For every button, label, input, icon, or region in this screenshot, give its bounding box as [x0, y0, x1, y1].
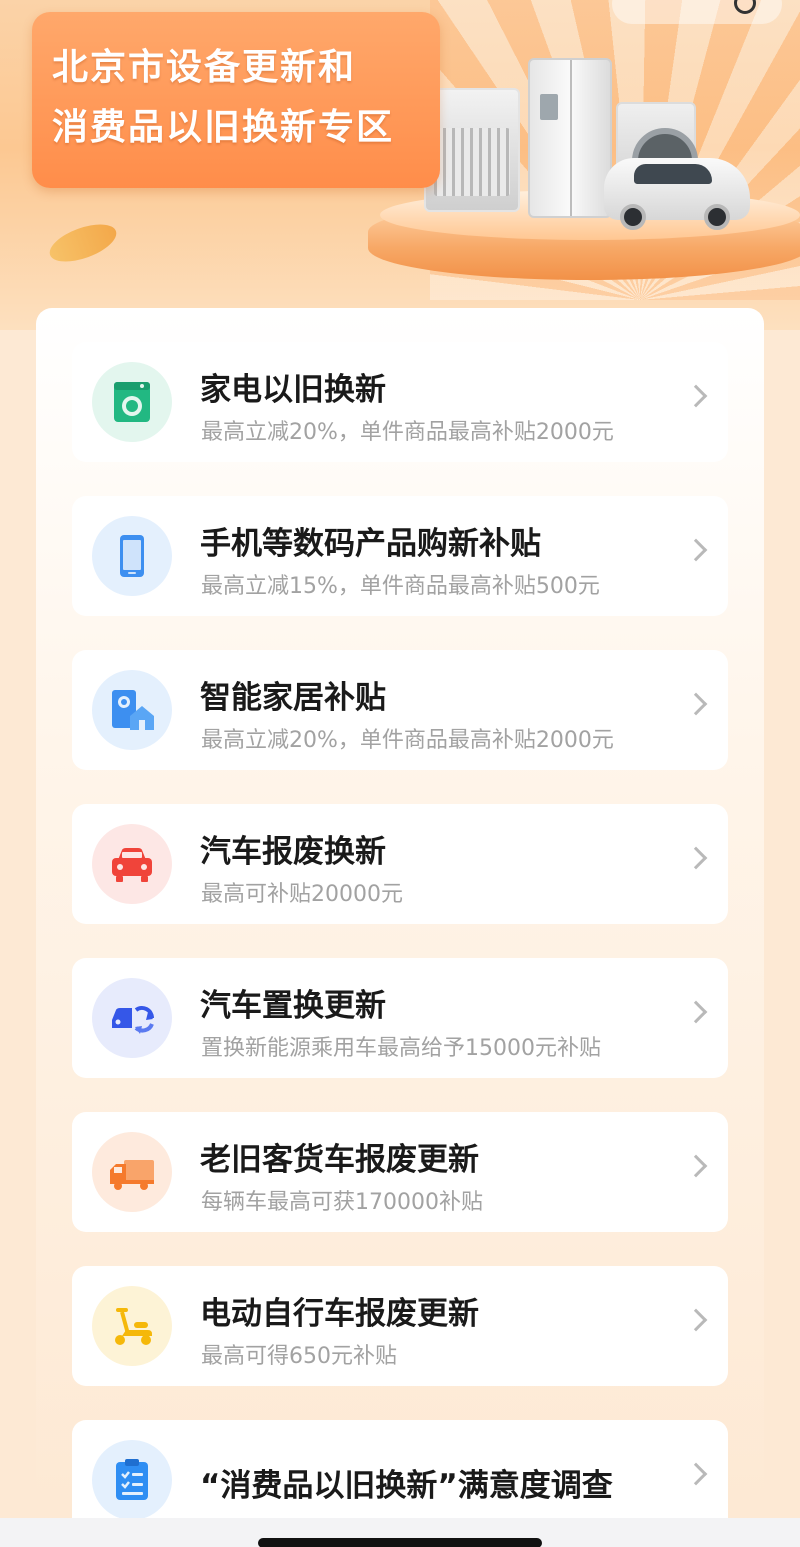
item-title: “消费品以旧换新”满意度调查: [200, 1468, 613, 1504]
item-title: 家电以旧换新: [200, 372, 386, 408]
close-icon[interactable]: [734, 0, 756, 14]
car-swap-icon: [92, 978, 172, 1058]
list-item-truck-scrap[interactable]: 老旧客货车报废更新 每辆车最高可获170000补贴: [72, 1112, 728, 1232]
item-title: 汽车置换更新: [200, 988, 386, 1024]
refrigerator-image: [528, 58, 612, 218]
banner-title-line-1: 北京市设备更新和: [52, 47, 357, 88]
home-indicator[interactable]: [258, 1538, 542, 1547]
item-subtitle: 最高立减15%，单件商品最高补贴500元: [201, 574, 600, 599]
car-wheel: [620, 204, 646, 230]
list-item-car-scrap[interactable]: 汽车报废换新 最高可补贴20000元: [72, 804, 728, 924]
item-subtitle: 置换新能源乘用车最高给予15000元补贴: [201, 1036, 601, 1061]
item-title: 老旧客货车报废更新: [200, 1142, 479, 1178]
item-title: 手机等数码产品购新补贴: [200, 526, 541, 562]
survey-icon: [92, 1440, 172, 1520]
list-item-appliance-tradein[interactable]: 家电以旧换新 最高立减20%，单件商品最高补贴2000元: [72, 342, 728, 462]
washing-machine-icon: [92, 362, 172, 442]
item-title: 汽车报废换新: [200, 834, 386, 870]
item-title: 智能家居补贴: [200, 680, 386, 716]
item-subtitle: 每辆车最高可获170000补贴: [201, 1190, 483, 1215]
chevron-right-icon: [684, 846, 708, 870]
chevron-right-icon: [684, 1154, 708, 1178]
chevron-right-icon: [684, 538, 708, 562]
promo-banner: 北京市设备更新和 消费品以旧换新专区: [0, 0, 800, 330]
scooter-icon: [92, 1286, 172, 1366]
list-item-ebike-scrap[interactable]: 电动自行车报废更新 最高可得650元补贴: [72, 1266, 728, 1386]
chevron-right-icon: [684, 1308, 708, 1332]
item-subtitle: 最高可补贴20000元: [201, 882, 403, 907]
chevron-right-icon: [684, 1000, 708, 1024]
car-icon: [92, 824, 172, 904]
item-title: 电动自行车报废更新: [200, 1296, 479, 1332]
phone-icon: [92, 516, 172, 596]
list-item-car-swap[interactable]: 汽车置换更新 置换新能源乘用车最高给予15000元补贴: [72, 958, 728, 1078]
list-item-digital-products[interactable]: 手机等数码产品购新补贴 最高立减15%，单件商品最高补贴500元: [72, 496, 728, 616]
chevron-right-icon: [684, 1462, 708, 1486]
chevron-right-icon: [684, 384, 708, 408]
capsule-menu[interactable]: [612, 0, 782, 24]
banner-title-box: 北京市设备更新和 消费品以旧换新专区: [32, 12, 440, 188]
item-subtitle: 最高立减20%，单件商品最高补贴2000元: [201, 420, 614, 445]
list-item-smart-home[interactable]: 智能家居补贴 最高立减20%，单件商品最高补贴2000元: [72, 650, 728, 770]
banner-title-line-2: 消费品以旧换新专区: [52, 107, 395, 148]
chevron-right-icon: [684, 692, 708, 716]
truck-icon: [92, 1132, 172, 1212]
item-subtitle: 最高立减20%，单件商品最高补贴2000元: [201, 728, 614, 753]
car-image: [604, 158, 750, 230]
leaf-decoration: [44, 216, 122, 270]
subsidy-list-card: 家电以旧换新 最高立减20%，单件商品最高补贴2000元 手机等数码产品购新补贴…: [36, 308, 764, 1547]
smart-home-icon: [92, 670, 172, 750]
item-subtitle: 最高可得650元补贴: [201, 1344, 397, 1369]
car-wheel: [704, 204, 730, 230]
